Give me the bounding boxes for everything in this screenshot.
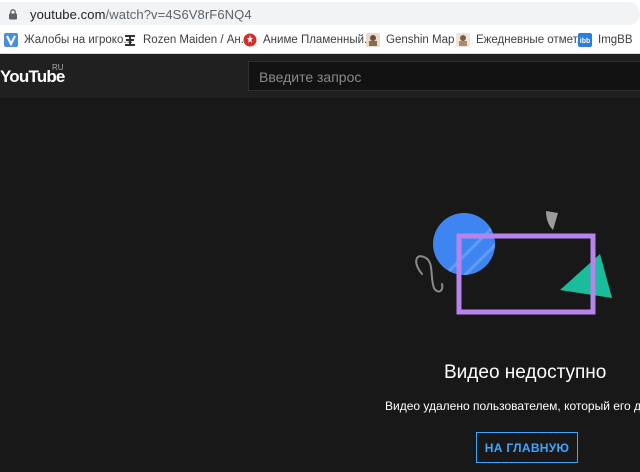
bookmark-item[interactable]: ibb ImgBB	[578, 27, 633, 53]
url-text[interactable]: youtube.com/watch?v=4S6V8rF6NQ4	[30, 7, 252, 22]
bookmark-label: Genshin Map	[386, 34, 455, 46]
bookmark-item[interactable]: Genshin Map	[366, 27, 454, 53]
anime-icon	[243, 33, 257, 47]
illustration-triangle	[560, 254, 612, 298]
bookmarks-bar: Жалобы на игроко... Rozen Maiden / Ан...…	[0, 27, 640, 54]
rozen-icon	[125, 35, 135, 46]
daily-icon	[456, 33, 470, 47]
genshin-icon	[366, 33, 380, 47]
bookmark-item[interactable]: Аниме Пламенный...	[243, 27, 374, 53]
bookmark-label: Ежедневные отмет...	[476, 34, 587, 46]
video-unavailable-description: Видео удалено пользователем, который его…	[385, 399, 640, 413]
bookmark-label: Аниме Пламенный...	[263, 34, 374, 46]
video-unavailable-illustration	[415, 211, 612, 315]
bookmark-label: Жалобы на игроко...	[24, 34, 133, 46]
video-unavailable-title: Видео недоступно	[444, 362, 607, 383]
address-bar[interactable]: youtube.com/watch?v=4S6V8rF6NQ4	[0, 2, 640, 25]
bookmark-label: Rozen Maiden / Ан...	[143, 34, 251, 46]
illustration-circle	[433, 213, 495, 275]
bookmark-item[interactable]: Rozen Maiden / Ан...	[123, 27, 250, 53]
v-shield-icon	[4, 33, 18, 47]
url-path: /watch?v=4S6V8rF6NQ4	[105, 7, 252, 22]
bookmark-item[interactable]: Жалобы на игроко...	[4, 27, 133, 53]
address-bar-row: youtube.com/watch?v=4S6V8rF6NQ4	[0, 0, 640, 27]
youtube-header: YouTube RU Введите запрос	[0, 54, 640, 98]
bookmark-item[interactable]: Ежедневные отмет...	[456, 27, 586, 53]
bookmark-label: ImgBB	[598, 34, 633, 46]
imgbb-icon: ibb	[578, 33, 592, 47]
search-input[interactable]: Введите запрос	[248, 61, 640, 91]
home-button[interactable]: НА ГЛАВНУЮ	[476, 432, 578, 463]
lock-icon[interactable]	[8, 9, 18, 20]
url-host: youtube.com	[30, 7, 106, 22]
search-placeholder: Введите запрос	[259, 69, 362, 85]
country-code: RU	[52, 63, 64, 72]
illustration-drop	[546, 211, 558, 230]
svg-text:ibb: ibb	[580, 38, 591, 45]
